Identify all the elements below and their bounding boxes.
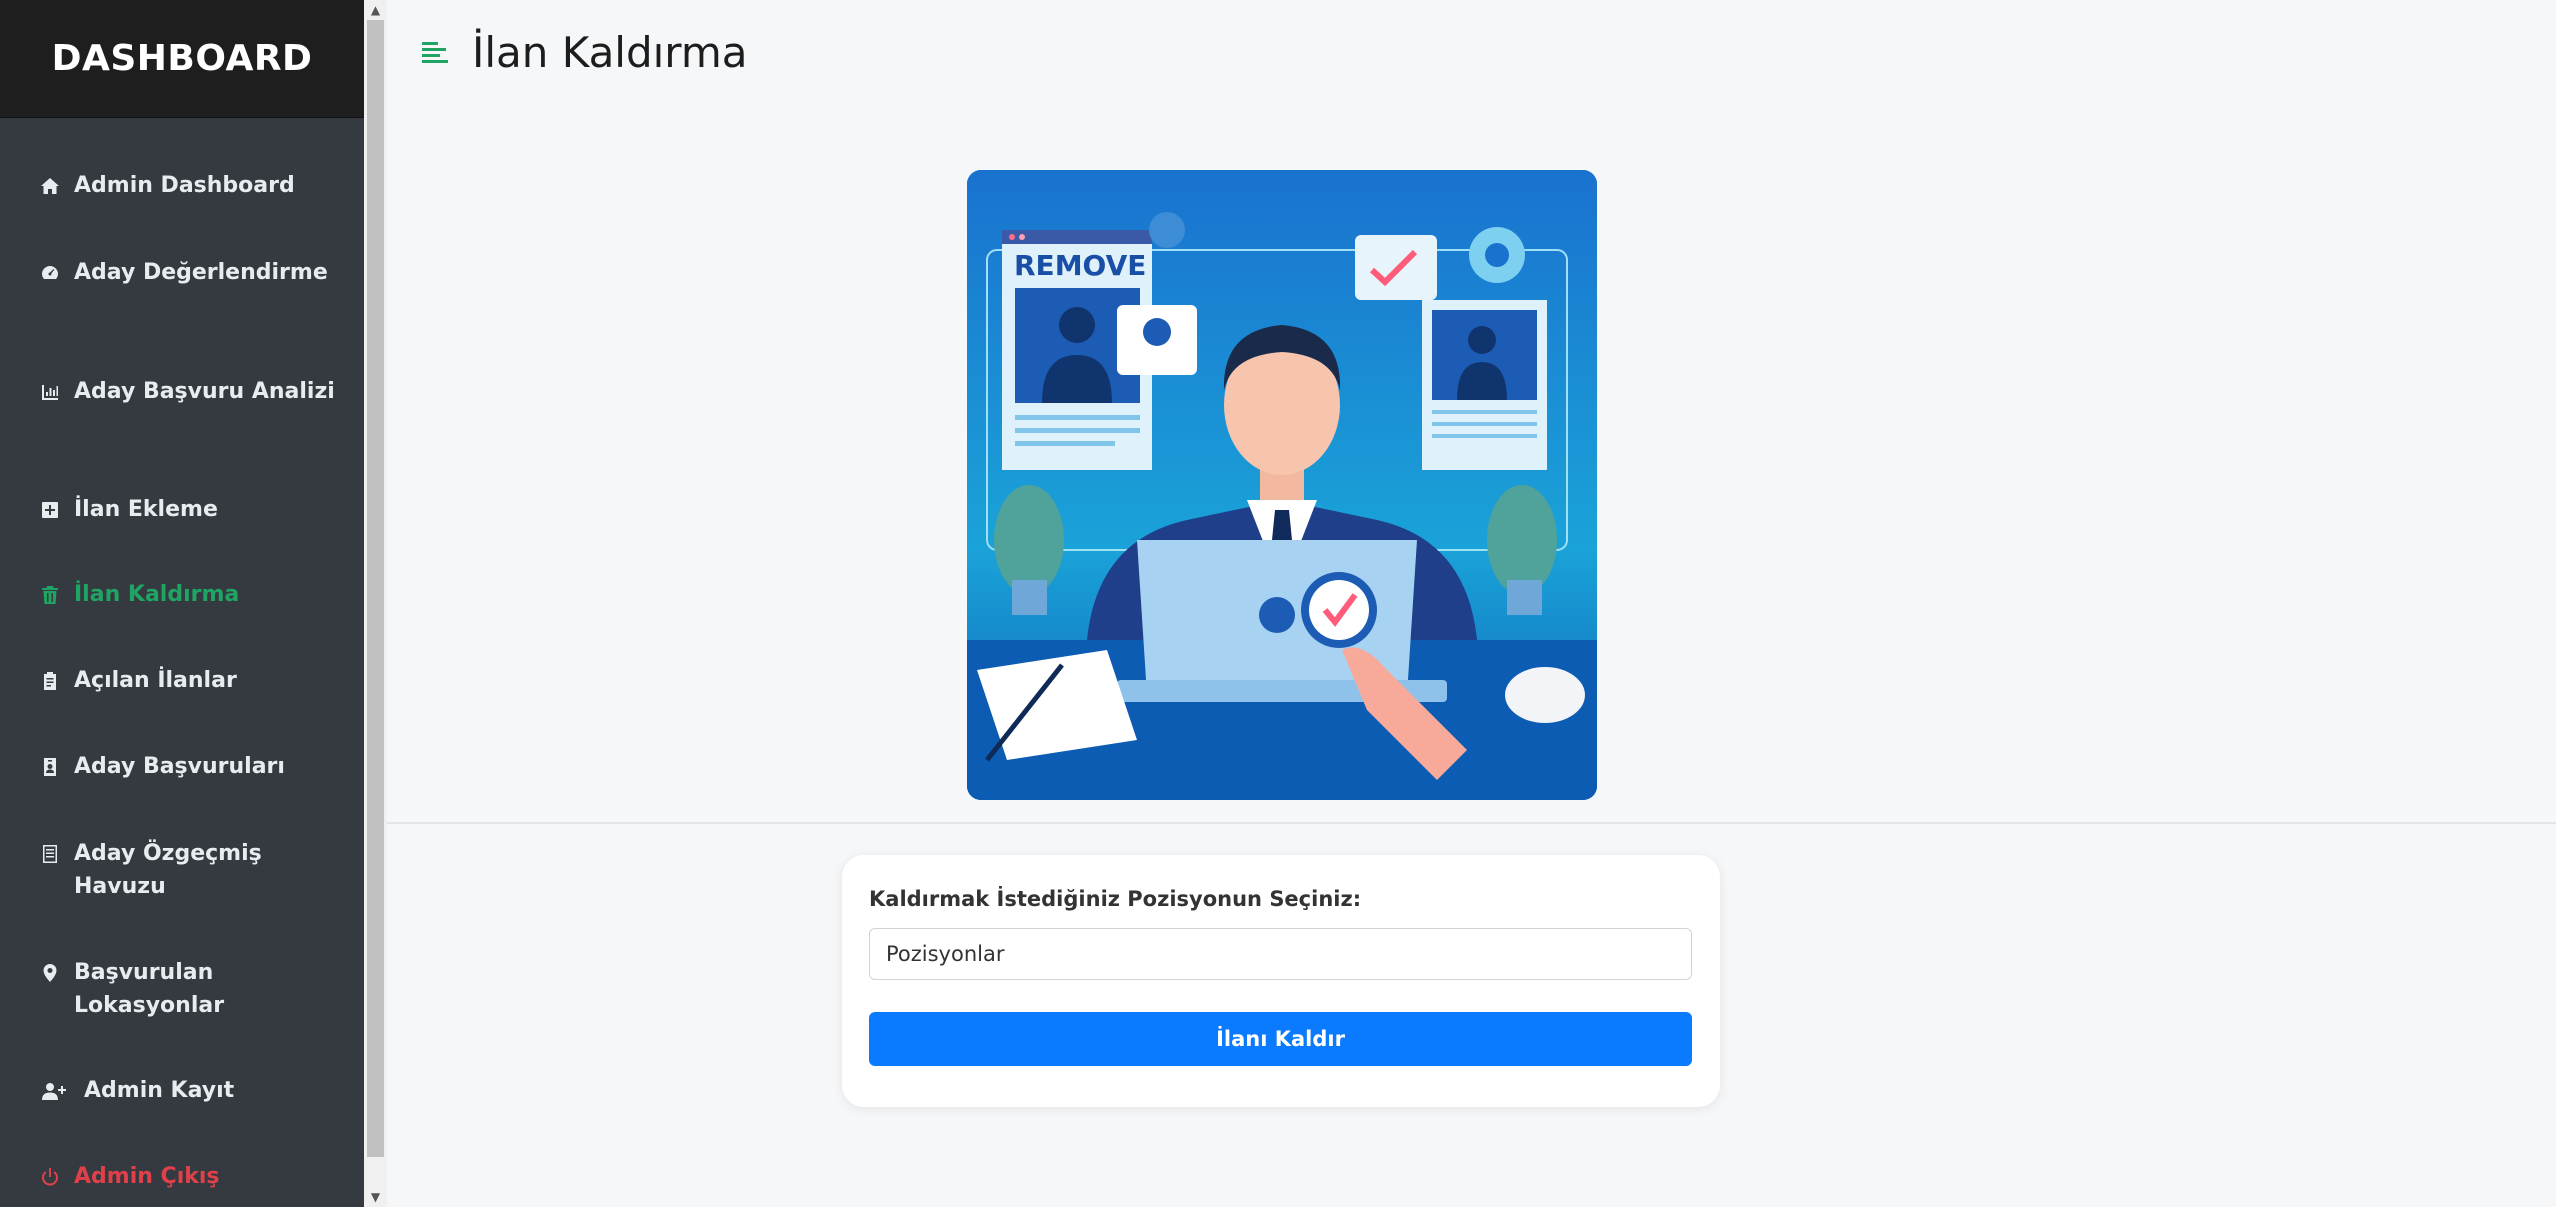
remove-illustration-text: REMOVE [1014,249,1146,282]
menu-toggle-icon[interactable] [420,38,450,68]
id-badge-icon [40,750,66,783]
sidebar-item-label: Admin Kayıt [84,1078,235,1103]
sidebar-item-label: İlan Ekleme [74,497,218,522]
sidebar-item-label: Açılan İlanlar [74,668,237,693]
sidebar-item-label: Aday Özgeçmiş Havuzu [74,841,262,899]
scroll-thumb[interactable] [367,20,384,1157]
hero-illustration: REMOVE [967,170,1597,800]
sidebar-item-acilan-ilanlar[interactable]: Açılan İlanlar [40,664,340,697]
sidebar-item-label: Admin Çıkış [74,1164,220,1189]
position-select-label: Kaldırmak İstediğiniz Pozisyonun Seçiniz… [869,887,1362,911]
sidebar-item-label: Admin Dashboard [74,173,295,198]
main-content: İlan Kaldırma REMOVE Kaldırmak İstediğin… [387,0,2556,1207]
sidebar-item-basvurulan-lokasyonlar[interactable]: Başvurulan Lokasyonlar [40,956,340,1022]
sidebar-item-admin-dashboard[interactable]: Admin Dashboard [40,169,340,202]
remove-listing-button[interactable]: İlanı Kaldır [869,1012,1692,1066]
sidebar-item-aday-degerlendirme[interactable]: Aday Değerlendirme [40,256,340,289]
sidebar-item-admin-cikis[interactable]: Admin Çıkış [40,1160,340,1193]
page-header: İlan Kaldırma [420,28,747,77]
position-select[interactable]: Pozisyonlar [869,928,1692,980]
sidebar-item-ilan-kaldirma[interactable]: İlan Kaldırma [40,578,340,611]
home-icon [40,169,66,202]
sidebar: DASHBOARD Admin Dashboard Aday Değerlend… [0,0,364,1207]
trash-icon [40,578,66,611]
sidebar-item-admin-kayit[interactable]: Admin Kayıt [40,1074,340,1107]
document-icon [40,837,66,870]
sidebar-scrollbar[interactable]: ▲ ▼ [364,0,387,1207]
clipboard-icon [40,664,66,697]
power-icon [40,1160,66,1193]
gauge-icon [40,256,66,289]
position-select-value: Pozisyonlar [886,942,1005,966]
sidebar-header: DASHBOARD [0,0,364,118]
scroll-down-arrow-icon[interactable]: ▼ [364,1187,387,1207]
sidebar-item-label: Başvurulan Lokasyonlar [74,960,225,1018]
header-section: İlan Kaldırma REMOVE [387,0,2556,824]
sidebar-item-aday-basvurulari[interactable]: Aday Başvuruları [40,750,340,783]
sidebar-item-label: Aday Başvuru Analizi [74,379,335,404]
map-pin-icon [40,956,66,989]
sidebar-item-label: Aday Değerlendirme [74,260,328,285]
sidebar-item-ilan-ekleme[interactable]: İlan Ekleme [40,493,340,526]
sidebar-item-aday-ozgecmis-havuzu[interactable]: Aday Özgeçmiş Havuzu [40,837,340,903]
remove-form-card: Kaldırmak İstediğiniz Pozisyonun Seçiniz… [842,855,1720,1107]
sidebar-item-label: İlan Kaldırma [74,582,240,607]
sidebar-item-label: Aday Başvuruları [74,754,285,779]
page-title: İlan Kaldırma [472,28,748,77]
chart-icon [40,375,66,408]
sidebar-title: DASHBOARD [51,38,313,79]
scroll-up-arrow-icon[interactable]: ▲ [364,0,387,20]
user-plus-icon [40,1074,76,1107]
sidebar-item-aday-basvuru-analizi[interactable]: Aday Başvuru Analizi [40,375,340,408]
plus-square-icon [40,493,66,526]
